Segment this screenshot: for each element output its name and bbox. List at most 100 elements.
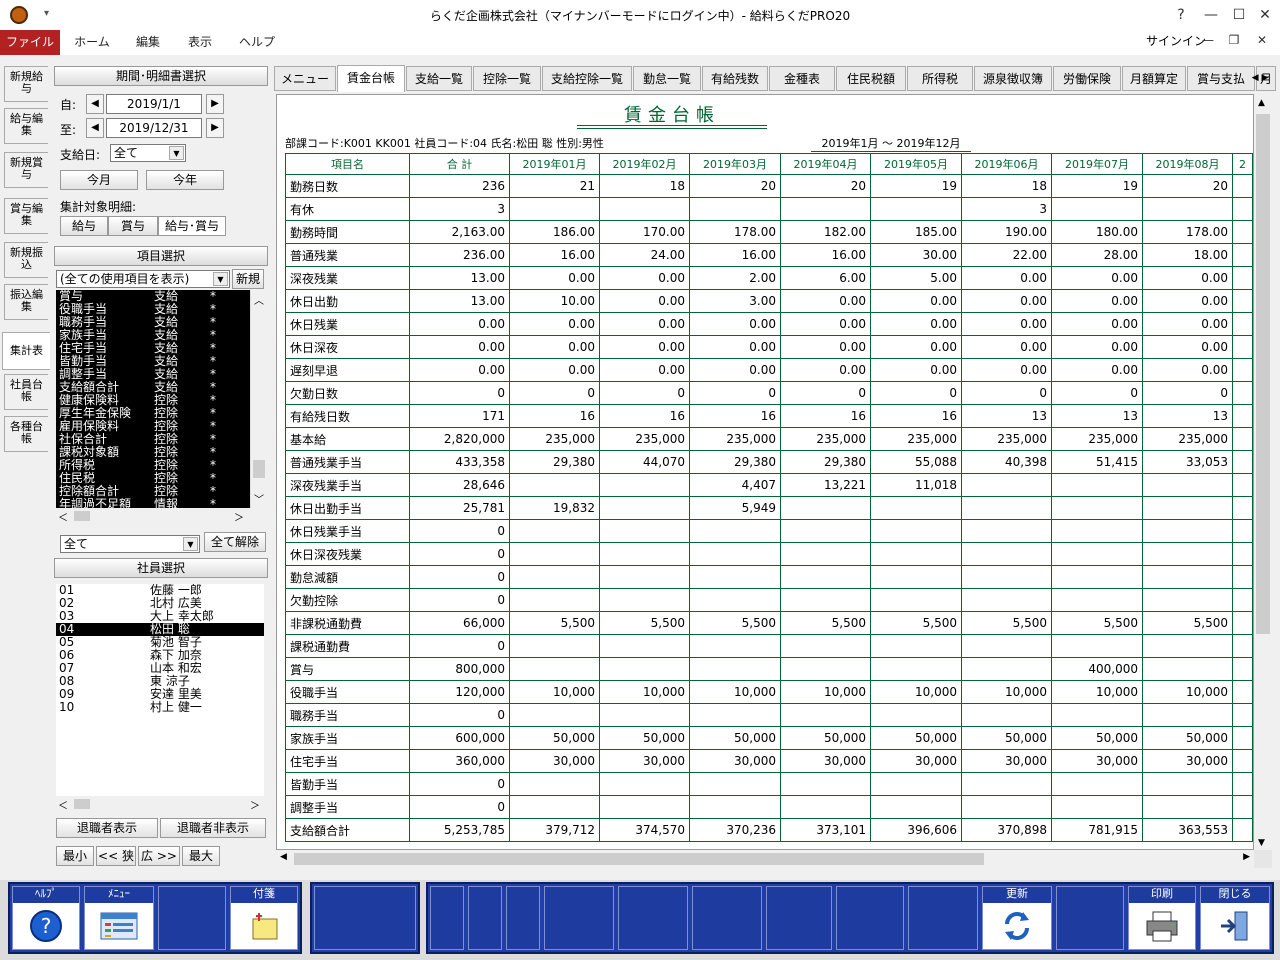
item-list-row[interactable]: 年調過不足額 情報 *	[56, 498, 250, 508]
tab-9[interactable]: 所得税	[907, 66, 973, 91]
refresh-button[interactable]: 更新	[982, 886, 1052, 950]
zoom-min-button[interactable]: 最小	[56, 846, 94, 866]
vtab-new-transfer[interactable]: 新規振込	[4, 242, 48, 278]
cell-value	[1232, 680, 1253, 704]
zoom-narrow-button[interactable]: << 狭	[96, 846, 136, 866]
employee-filter-select[interactable]: 全て ▼	[60, 535, 200, 553]
employee-select-header[interactable]: 社員選択	[54, 558, 268, 578]
tab-11[interactable]: 労働保険	[1053, 66, 1121, 91]
chevron-down-icon[interactable]: ▼	[213, 272, 228, 286]
vtab-new-bonus[interactable]: 新規賞与	[4, 152, 48, 188]
cell-value: 0.00	[870, 358, 962, 382]
menu-edit[interactable]: 編集	[124, 30, 172, 55]
signin-link[interactable]: サインイン	[1146, 32, 1206, 49]
target-salary-button[interactable]: 給与	[60, 216, 108, 236]
table-row: 職務手当 0	[285, 703, 1253, 727]
minimize-button[interactable]: —	[1196, 4, 1226, 26]
target-bonus-button[interactable]: 賞与	[108, 216, 158, 236]
item-name: 支給額合計	[59, 380, 120, 394]
to-prev-arrow-icon[interactable]: ◀	[86, 118, 104, 138]
item-name: 所得税	[59, 458, 96, 472]
employee-row[interactable]: 10 村上 健一	[56, 701, 264, 714]
vtab-various-ledgers[interactable]: 各種台帳	[4, 416, 48, 452]
cell-value: 235,000	[1142, 427, 1233, 451]
vtab-employee-ledger[interactable]: 社員台帳	[4, 374, 48, 410]
tag-button[interactable]: 付箋	[230, 886, 298, 950]
vtab-new-salary[interactable]: 新規給与	[4, 66, 48, 102]
tab-10[interactable]: 源泉徴収簿	[974, 66, 1052, 91]
vtab-edit-bonus[interactable]: 賞与編集	[4, 198, 48, 234]
tab-7[interactable]: 金種表	[769, 66, 835, 91]
help-question-button[interactable]: ?	[1166, 4, 1196, 26]
to-date-field[interactable]: 2019/12/31	[106, 118, 202, 138]
tab-6[interactable]: 有給残数	[702, 66, 768, 91]
title-underline	[577, 128, 767, 129]
cell-value: 433,358	[409, 450, 510, 474]
tab-2[interactable]: 支給一覧	[406, 66, 472, 91]
item-flag: *	[210, 315, 216, 329]
from-prev-arrow-icon[interactable]: ◀	[86, 94, 104, 114]
tab-1[interactable]: 賃金台帳	[337, 65, 405, 92]
item-list-vscroll[interactable]: ︿ ﹀	[250, 290, 266, 508]
cell-value	[961, 772, 1052, 796]
chevron-down-icon[interactable]: ▼	[169, 146, 184, 160]
report-hscroll[interactable]: ◀ ▶	[276, 850, 1254, 868]
empty-slot-button	[692, 886, 762, 950]
help-icon: ?	[13, 903, 79, 949]
mdi-restore-icon[interactable]: ❐	[1224, 33, 1244, 51]
close-button[interactable]: 閉じる	[1200, 886, 1270, 950]
clear-all-button[interactable]: 全て解除	[204, 532, 266, 552]
chevron-down-icon[interactable]: ▼	[183, 537, 198, 551]
mdi-minimize-icon[interactable]: —	[1198, 33, 1218, 51]
hide-retired-button[interactable]: 退職者非表示	[160, 818, 266, 838]
from-date-field[interactable]: 2019/1/1	[106, 94, 202, 114]
to-next-arrow-icon[interactable]: ▶	[206, 118, 224, 138]
this-month-button[interactable]: 今月	[60, 170, 138, 190]
tab-5[interactable]: 勤怠一覧	[633, 66, 701, 91]
vtab-edit-salary[interactable]: 給与編集	[4, 108, 48, 144]
employee-code: 04	[59, 622, 75, 636]
this-year-button[interactable]: 今年	[146, 170, 224, 190]
print-button[interactable]: 印刷	[1128, 886, 1196, 950]
item-type: 控除	[154, 484, 179, 498]
employee-list-hscroll[interactable]: ＜ ＞	[56, 796, 264, 812]
cell-value: 18	[961, 174, 1052, 198]
zoom-wide-button[interactable]: 広 >>	[138, 846, 180, 866]
report-vscroll[interactable]: ▲ ▼	[1254, 96, 1272, 850]
menu-home[interactable]: ホーム	[66, 30, 118, 55]
employee-list[interactable]: 01 佐藤 一郎 02 北村 広美 03 大上 幸太郎 04 松田 聡 05 菊池 智子 06 森下 …	[56, 584, 264, 796]
cell-value: 0.00	[780, 289, 871, 313]
help-button[interactable]: ﾍﾙﾌﾟ ?	[12, 886, 80, 950]
menu-help[interactable]: ヘルプ	[230, 30, 284, 55]
from-next-arrow-icon[interactable]: ▶	[206, 94, 224, 114]
tab-scroll-right-icon[interactable]: ▶	[1261, 73, 1268, 83]
tab-8[interactable]: 住民税額	[836, 66, 906, 91]
vtab-edit-transfer[interactable]: 振込編集	[4, 284, 48, 320]
cell-value	[780, 588, 871, 612]
item-select-header[interactable]: 項目選択	[54, 246, 268, 266]
close-window-button[interactable]: ✕	[1250, 4, 1280, 26]
tab-0[interactable]: メニュー	[274, 66, 336, 91]
tab-scroll-left-icon[interactable]: ◀	[1252, 73, 1259, 83]
vtab-summary[interactable]: 集計表	[2, 332, 50, 370]
tab-3[interactable]: 控除一覧	[473, 66, 541, 91]
tab-4[interactable]: 支給控除一覧	[542, 66, 632, 91]
mdi-close-icon[interactable]: ✕	[1252, 33, 1272, 51]
item-filter-select[interactable]: (全ての使用項目を表示) ▼	[56, 270, 230, 288]
item-list-hscroll[interactable]: ＜ ＞	[56, 508, 250, 524]
period-select-header[interactable]: 期間･明細書選択	[54, 66, 268, 86]
menu-view[interactable]: 表示	[176, 30, 224, 55]
new-item-button[interactable]: 新規	[232, 269, 264, 289]
cell-value: 0	[409, 381, 510, 405]
tab-12[interactable]: 月額算定	[1122, 66, 1186, 91]
item-list[interactable]: 賞与 支給 * 役職手当 支給 * 職務手当 支給 * 家族手当 支給 * 住宅手当 支給 * 皆勤手当 支給 *…	[56, 290, 250, 508]
payday-select[interactable]: 全て ▼	[110, 144, 186, 162]
menu-file[interactable]: ファイル	[0, 30, 60, 55]
employee-name: 北村 広美	[150, 596, 202, 610]
zoom-max-button[interactable]: 最大	[182, 846, 220, 866]
cell-value: 4,407	[689, 473, 781, 497]
show-retired-button[interactable]: 退職者表示	[56, 818, 158, 838]
target-both-button[interactable]: 給与･賞与	[158, 216, 226, 236]
menu-button[interactable]: ﾒﾆｭｰ	[84, 886, 154, 950]
tab-13[interactable]: 賞与支払	[1187, 66, 1255, 91]
